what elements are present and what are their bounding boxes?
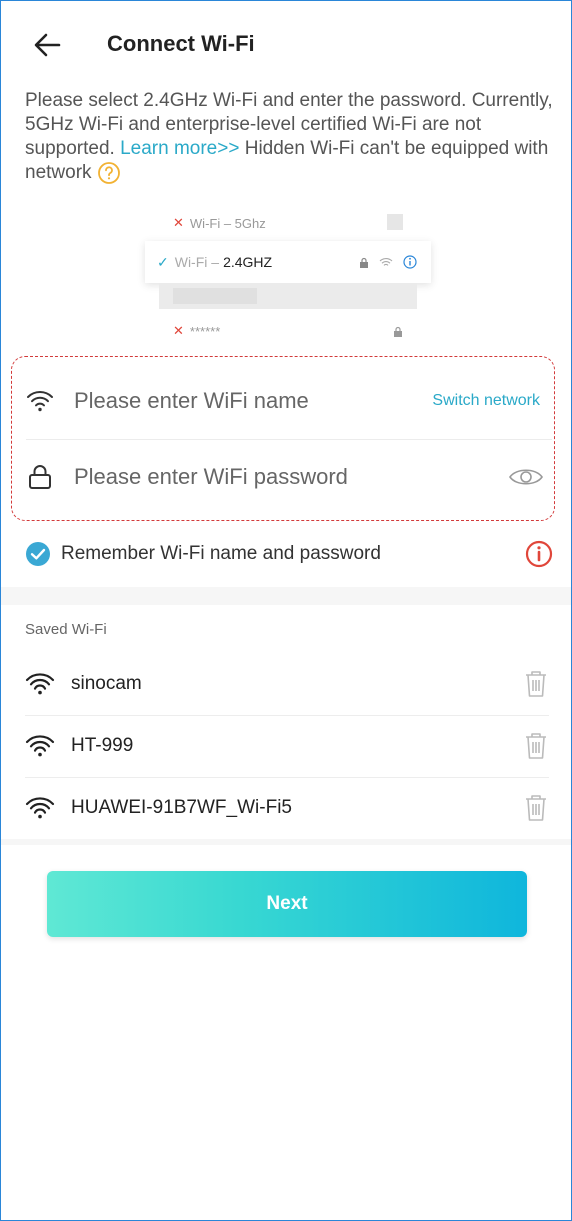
remember-label: Remember Wi-Fi name and password — [61, 543, 381, 564]
saved-wifi-name: HT-999 — [71, 735, 134, 756]
help-question-icon[interactable] — [97, 161, 121, 185]
lock-icon — [29, 465, 51, 489]
illustration-hidden-block — [173, 288, 257, 304]
back-arrow-icon[interactable] — [29, 27, 65, 63]
page-title: Connect Wi-Fi — [107, 31, 255, 56]
wifi-credentials-box: Switch network — [11, 356, 555, 521]
wifi-name-input[interactable] — [72, 387, 433, 415]
illustration-24ghz-prefix: Wi-Fi – — [174, 254, 220, 270]
learn-more-link[interactable]: Learn more>> — [120, 138, 239, 159]
illustration-5ghz-label: Wi-Fi – 5Ghz — [189, 215, 266, 231]
info-warning-icon[interactable] — [525, 540, 553, 568]
illustration-hidden-row — [159, 283, 417, 309]
trash-icon[interactable] — [523, 669, 549, 699]
illustration-hidden-label: ****** — [189, 323, 221, 339]
illustration-placeholder-square — [387, 214, 403, 230]
wifi-icon — [25, 735, 55, 757]
header: Connect Wi-Fi — [1, 1, 571, 93]
wifi-icon — [27, 391, 53, 412]
cross-icon: ✕ — [173, 323, 184, 338]
wifi-password-row — [26, 439, 552, 515]
wifi-name-row: Switch network — [26, 363, 552, 440]
remember-checkbox[interactable] — [25, 541, 51, 567]
saved-wifi-item[interactable]: HT-999 — [25, 715, 549, 778]
illustration-row-5ghz: ✕ Wi-Fi – 5Ghz — [159, 205, 417, 241]
wifi-selection-illustration: ✕ Wi-Fi – 5Ghz ✓ Wi-Fi – 2.4GHZ ✕ ****** — [145, 199, 431, 351]
remember-wifi-row: Remember Wi-Fi name and password — [25, 538, 553, 570]
wifi-signal-icon — [379, 257, 393, 266]
check-icon: ✓ — [157, 253, 169, 270]
illustration-row-hidden-ssid: ✕ ****** — [159, 313, 417, 349]
instruction-text: Please select 2.4GHz Wi-Fi and enter the… — [25, 89, 553, 185]
saved-wifi-name: HUAWEI-91B7WF_Wi-Fi5 — [71, 797, 292, 818]
lock-icon — [394, 326, 402, 337]
saved-wifi-item[interactable]: sinocam — [25, 653, 549, 716]
next-button[interactable]: Next — [47, 871, 527, 937]
saved-wifi-name: sinocam — [71, 673, 142, 694]
app-screen: Connect Wi-Fi Please select 2.4GHz Wi-Fi… — [0, 0, 572, 1221]
illustration-row-24ghz: ✓ Wi-Fi – 2.4GHZ — [145, 241, 431, 283]
saved-wifi-title: Saved Wi-Fi — [25, 621, 107, 638]
cross-icon: ✕ — [173, 215, 184, 230]
lock-icon — [360, 257, 368, 268]
illustration-24ghz-band: 2.4GHZ — [223, 254, 273, 270]
show-password-eye-icon[interactable] — [508, 465, 544, 489]
trash-icon[interactable] — [523, 793, 549, 823]
section-divider — [1, 839, 571, 845]
info-icon — [403, 255, 417, 269]
trash-icon[interactable] — [523, 731, 549, 761]
saved-wifi-section: Saved Wi-Fi sinocam HT-999 HUAWEI-91B7WF… — [1, 605, 571, 839]
wifi-icon — [25, 797, 55, 819]
wifi-password-input[interactable] — [72, 463, 508, 491]
section-divider — [1, 587, 571, 605]
switch-network-link[interactable]: Switch network — [432, 392, 540, 410]
saved-wifi-item[interactable]: HUAWEI-91B7WF_Wi-Fi5 — [25, 777, 549, 839]
wifi-icon — [25, 673, 55, 695]
